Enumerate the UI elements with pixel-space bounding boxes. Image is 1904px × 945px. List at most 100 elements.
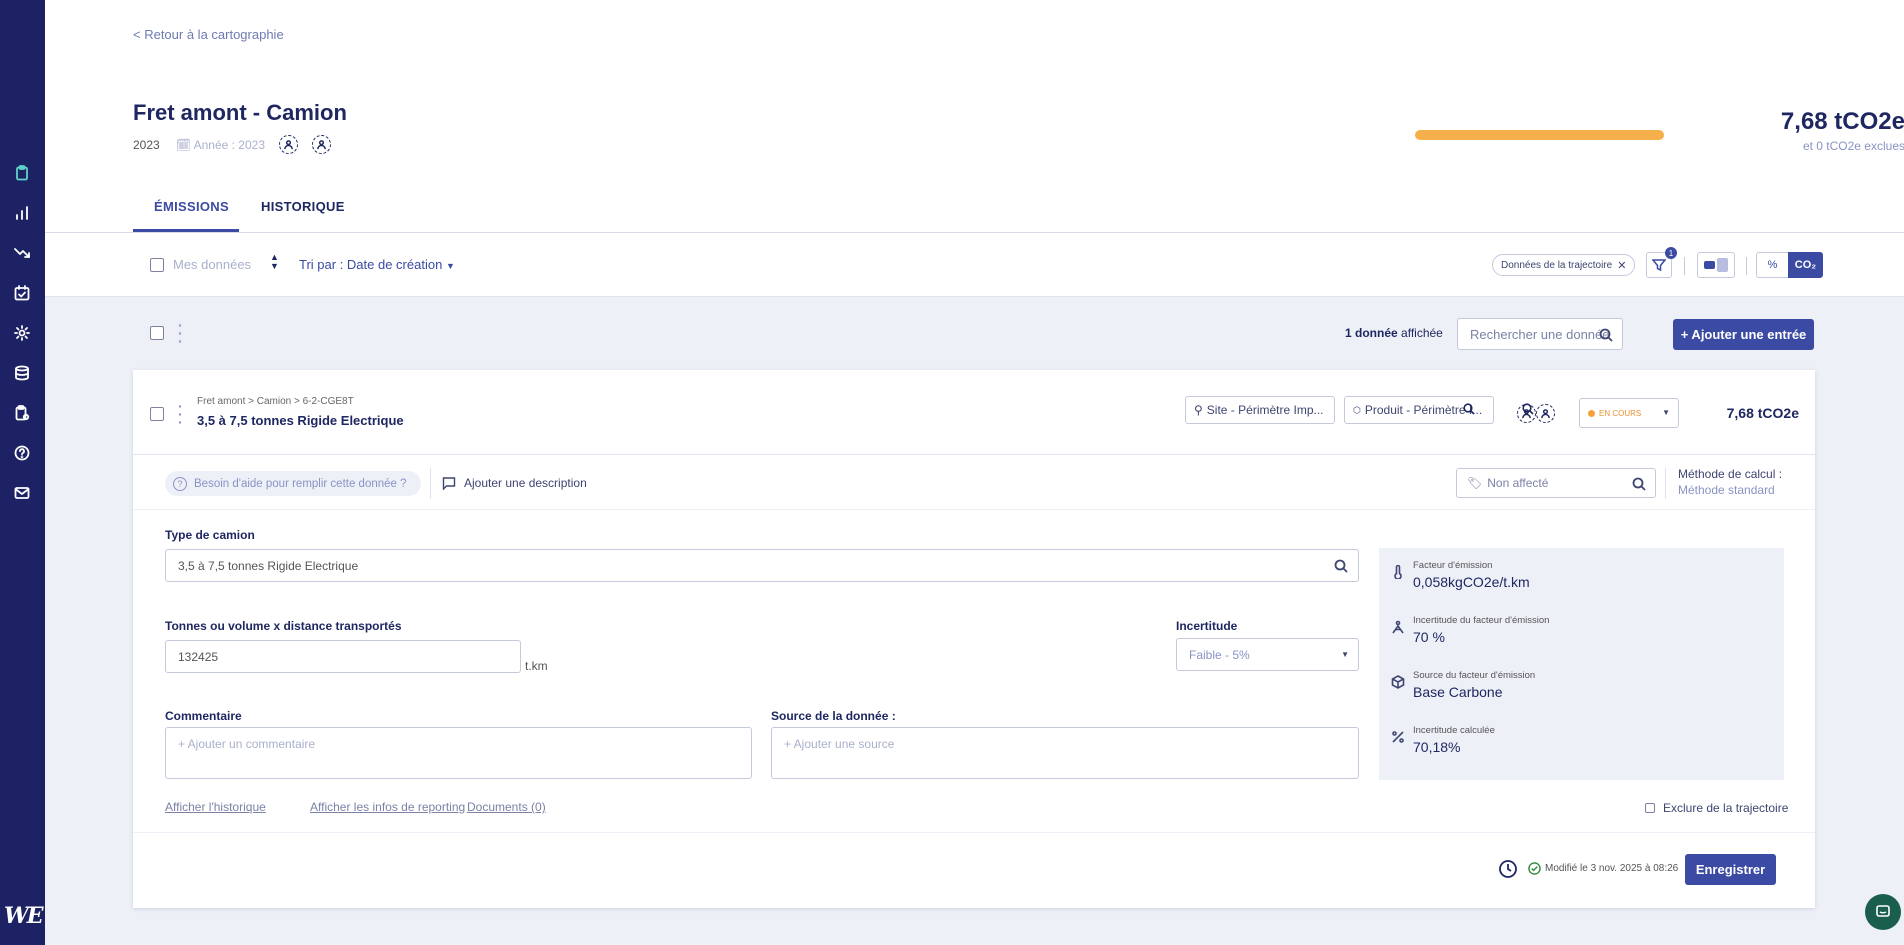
- user-assign-icon[interactable]: [279, 135, 299, 154]
- total-emissions: 7,68 tCO2e: [1780, 108, 1904, 135]
- uncertainty-select[interactable]: Faible - 5% ▼: [1176, 638, 1359, 671]
- comment-icon: [442, 477, 456, 490]
- page-meta: 2023 🗓 Année : 2023: [133, 135, 332, 154]
- filter-icon: [1652, 259, 1666, 272]
- chevron-down-icon: ▼: [1662, 408, 1670, 417]
- clock-icon[interactable]: [1498, 859, 1518, 879]
- unit-percent-button[interactable]: %: [1756, 252, 1789, 278]
- back-link[interactable]: < Retour à la cartographie: [133, 27, 284, 42]
- truck-type-label: Type de camion: [165, 528, 255, 542]
- show-history-link[interactable]: Afficher l'historique: [165, 800, 266, 814]
- source-textarea[interactable]: + Ajouter une source: [771, 727, 1359, 779]
- view-toggle-button[interactable]: [1697, 252, 1735, 278]
- comment-textarea[interactable]: + Ajouter un commentaire: [165, 727, 752, 779]
- status-select[interactable]: EN COURS ▼: [1579, 398, 1679, 428]
- entry-user-assign-icon[interactable]: [1517, 404, 1536, 423]
- search-icon[interactable]: [1334, 559, 1348, 573]
- trending-down-icon[interactable]: [12, 243, 32, 263]
- info-emission-factor: Facteur d'émission 0,058kgCO2e/t.km: [1379, 551, 1784, 597]
- add-description-link[interactable]: Ajouter une description: [442, 476, 587, 490]
- sort-label: Tri par : Date de création: [299, 257, 443, 272]
- tab-emissions[interactable]: ÉMISSIONS: [154, 199, 229, 214]
- uncertainty-value: Faible - 5%: [1189, 647, 1250, 662]
- info-factor-uncertainty: Incertitude du facteur d'émission 70 %: [1379, 606, 1784, 652]
- status-label: EN COURS: [1599, 408, 1642, 418]
- entry-title[interactable]: 3,5 à 7,5 tonnes Rigide Electrique: [197, 413, 404, 428]
- comment-label: Commentaire: [165, 709, 242, 723]
- logo[interactable]: WE: [4, 903, 43, 931]
- tonnage-input[interactable]: 132425: [165, 640, 521, 673]
- tonnage-unit: t.km: [525, 659, 548, 673]
- bar-chart-icon[interactable]: [12, 203, 32, 223]
- my-data-checkbox[interactable]: [150, 258, 164, 272]
- filter-button[interactable]: 1: [1646, 247, 1677, 278]
- toggle-on-icon: [1704, 261, 1715, 269]
- toolbar-divider: [1746, 257, 1747, 275]
- search-placeholder: Rechercher une donnée: [1470, 326, 1610, 342]
- mail-icon[interactable]: [12, 483, 32, 503]
- kebab-menu-icon[interactable]: · · ·: [178, 318, 183, 348]
- tag-select[interactable]: 🏷 Non affecté: [1456, 468, 1656, 498]
- help-pill[interactable]: ? Besoin d'aide pour remplir cette donné…: [165, 471, 421, 496]
- check-circle-icon: [1528, 862, 1541, 875]
- chat-bubble-button[interactable]: [1865, 894, 1901, 930]
- sort-order-icon[interactable]: ▲ ▼: [270, 253, 279, 271]
- main-area: < Retour à la cartographie Fret amont - …: [45, 0, 1904, 945]
- entry-checkbox[interactable]: [150, 407, 164, 421]
- data-count-rest: affichée: [1397, 326, 1443, 340]
- comment-placeholder: + Ajouter un commentaire: [178, 737, 316, 751]
- truck-type-select[interactable]: 3,5 à 7,5 tonnes Rigide Electrique: [165, 549, 1359, 582]
- database-icon[interactable]: [12, 363, 32, 383]
- save-button[interactable]: Enregistrer: [1685, 854, 1776, 885]
- calendar-check-icon[interactable]: [12, 283, 32, 303]
- clipboard-settings-icon[interactable]: [12, 403, 32, 423]
- chevron-down-icon: ▼: [1341, 650, 1349, 659]
- method-value[interactable]: Méthode standard: [1678, 483, 1775, 497]
- show-reporting-link[interactable]: Afficher les infos de reporting: [310, 800, 465, 814]
- entry-breadcrumb: Fret amont > Camion > 6-2-CGE8T: [197, 396, 354, 407]
- pin-icon: ⚲: [1194, 403, 1203, 417]
- exclude-trajectory[interactable]: Exclure de la trajectoire: [1645, 801, 1788, 815]
- site-label: Site - Périmètre Imp...: [1206, 403, 1324, 417]
- tab-historique[interactable]: HISTORIQUE: [261, 199, 345, 214]
- filter-chip[interactable]: Données de la trajectoire ✕: [1492, 254, 1636, 276]
- gear-icon[interactable]: [12, 323, 32, 343]
- info-calculated-uncertainty: Incertitude calculée 70,18%: [1379, 716, 1784, 762]
- status-dot: [1588, 409, 1595, 417]
- modified-info: Modifié le 3 nov. 2025 à 08:26: [1528, 862, 1678, 875]
- source-placeholder: + Ajouter une source: [784, 737, 895, 751]
- search-icon[interactable]: [1599, 328, 1613, 342]
- entry-user-validate-icon[interactable]: [1536, 404, 1555, 423]
- exclude-checkbox[interactable]: [1645, 803, 1655, 813]
- sort-dropdown[interactable]: Tri par : Date de création ▼: [299, 257, 455, 272]
- user-validate-icon[interactable]: [312, 135, 332, 154]
- excluded-emissions: et 0 tCO2e exclues: [1802, 139, 1904, 153]
- truck-type-value: 3,5 à 7,5 tonnes Rigide Electrique: [178, 558, 359, 573]
- help-circle-icon[interactable]: [12, 443, 32, 463]
- site-search-icon[interactable]: [1459, 399, 1478, 418]
- emission-info-panel: Facteur d'émission 0,058kgCO2e/t.km Ince…: [1379, 548, 1784, 780]
- data-count-bold: 1 donnée: [1345, 326, 1398, 340]
- method-label: Méthode de calcul :: [1678, 467, 1783, 481]
- product-icon: ⬡: [1353, 404, 1361, 415]
- close-icon[interactable]: ✕: [1617, 259, 1626, 272]
- card-divider: [133, 454, 1815, 455]
- site-select[interactable]: ⚲ Site - Périmètre Imp...: [1185, 396, 1335, 424]
- card-divider: [133, 509, 1815, 510]
- documents-link[interactable]: Documents (0): [467, 800, 546, 814]
- page-title: Fret amont - Camion: [133, 100, 347, 125]
- toolbar: Mes données ▲ ▼ Tri par : Date de créatio…: [45, 233, 1904, 297]
- entry-kebab-icon[interactable]: · · ·: [178, 399, 183, 429]
- source-label: Source de la donnée :: [771, 709, 896, 723]
- search-input[interactable]: Rechercher une donnée: [1457, 318, 1623, 350]
- info-factor-source: Source du facteur d'émission Base Carbon…: [1379, 661, 1784, 707]
- add-entry-button[interactable]: + Ajouter une entrée: [1673, 319, 1814, 350]
- uncertainty-label: Incertitude: [1176, 619, 1238, 633]
- search-icon[interactable]: [1632, 477, 1646, 491]
- clipboard-icon[interactable]: [12, 163, 32, 183]
- select-all-checkbox[interactable]: [150, 326, 164, 340]
- divider: [1665, 468, 1666, 499]
- unit-co2-button[interactable]: CO₂: [1788, 252, 1823, 278]
- help-icon: ?: [173, 476, 187, 491]
- tonnage-label: Tonnes ou volume x distance transportés: [165, 619, 402, 633]
